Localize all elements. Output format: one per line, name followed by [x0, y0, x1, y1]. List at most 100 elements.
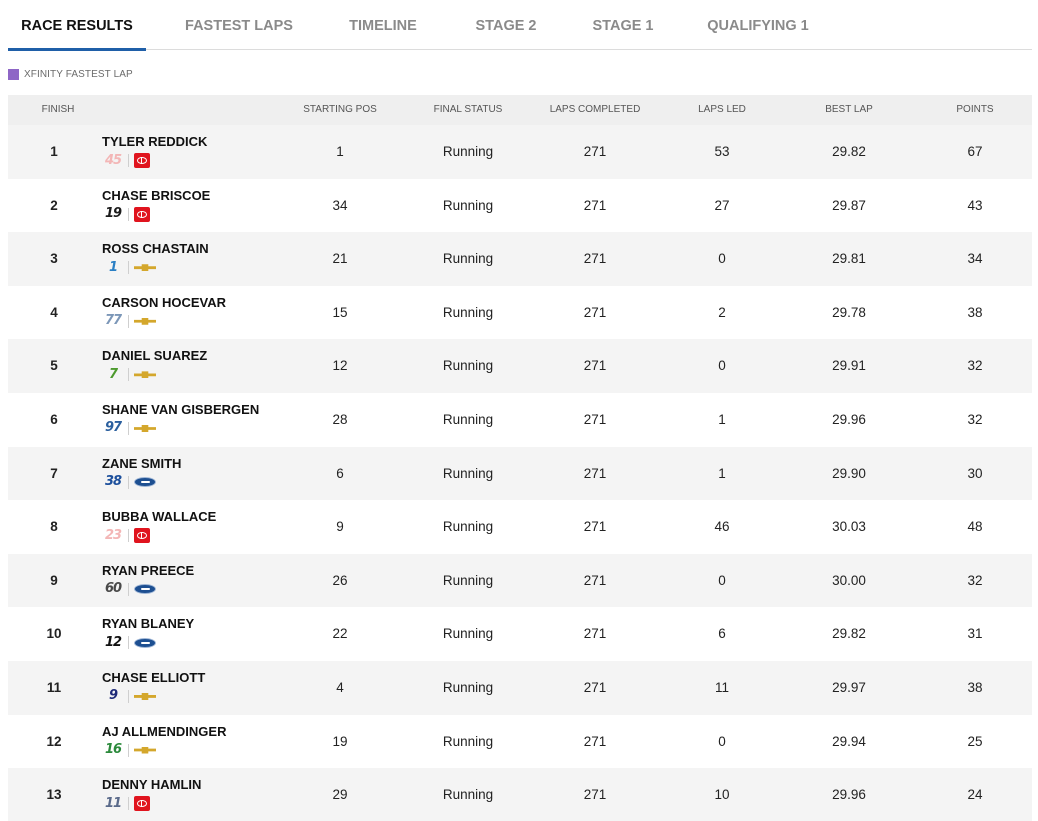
points: 24 [967, 787, 983, 803]
chevrolet-bowtie-icon [134, 746, 156, 754]
driver-name-link[interactable]: AJ ALLMENDINGER [102, 724, 226, 739]
column-header-laps-led[interactable]: LAPS LED [672, 95, 772, 125]
table-row[interactable]: 2 34 Running 271 27 29.87 43 CHASE BRISCOE 19 [8, 179, 1032, 233]
finish-position: 10 [46, 626, 62, 642]
ford-oval-icon [134, 477, 156, 488]
toyota-logo-icon [134, 153, 150, 168]
table-row[interactable]: 7 6 Running 271 1 29.90 30 ZANE SMITH 38 [8, 446, 1032, 501]
laps-led: 2 [718, 304, 726, 320]
laps-led: 53 [714, 144, 730, 159]
table-row[interactable]: 4 15 Running 271 2 29.78 38 CARSON HOCEVAR 77 [8, 286, 1032, 340]
final-status: Running [442, 787, 494, 803]
tab-race-results[interactable]: RACE RESULTS [8, 0, 146, 51]
driver-cell: CARSON HOCEVAR 77 [102, 295, 226, 329]
driver-cell: DANIEL SUAREZ 7 [102, 349, 207, 382]
final-status: Running [442, 519, 494, 535]
best-lap: 29.87 [832, 197, 866, 213]
driver-cell: SHANE VAN GISBERGEN 97 [102, 402, 259, 436]
car-badges: 12 [102, 635, 194, 650]
car-badges: 97 [102, 421, 259, 436]
points: 43 [967, 197, 983, 213]
finish-position: 8 [50, 519, 58, 535]
driver-name-link[interactable]: BUBBA WALLACE [102, 510, 216, 524]
car-badges: 11 [102, 795, 201, 812]
driver-name-link[interactable]: ZANE SMITH [102, 456, 181, 471]
badge-divider [128, 475, 129, 489]
driver-cell: AJ ALLMENDINGER 16 [102, 724, 226, 758]
driver-name-link[interactable]: DENNY HAMLIN [102, 778, 201, 792]
driver-name-link[interactable]: RYAN BLANEY [102, 617, 194, 631]
table-row[interactable]: 13 29 Running 271 10 29.96 24 DENNY HAMLIN 11 [8, 768, 1032, 821]
points: 31 [967, 626, 983, 642]
tab-fastest-laps[interactable]: FASTEST LAPS [176, 0, 302, 50]
finish-position: 5 [50, 358, 58, 374]
car-number-icon: 97 [104, 420, 122, 436]
points: 32 [967, 411, 983, 427]
column-header-final-status[interactable]: FINAL STATUS [418, 95, 518, 125]
table-row[interactable]: 8 9 Running 271 46 30.03 48 BUBBA WALLACE 23 [8, 500, 1032, 554]
column-header-laps-completed[interactable]: LAPS COMPLETED [545, 95, 645, 125]
best-lap: 29.97 [832, 679, 866, 695]
table-body: 1 1 Running 271 53 29.82 67 TYLER REDDICK 45 2 34 R… [8, 125, 1032, 821]
table-row[interactable]: 5 12 Running 271 0 29.91 32 DANIEL SUAREZ 7 [8, 339, 1032, 393]
tab-stage-1[interactable]: STAGE 1 [584, 0, 662, 50]
driver-cell: BUBBA WALLACE 23 [102, 510, 216, 544]
driver-name-link[interactable]: RYAN PREECE [102, 563, 194, 578]
car-number-icon: 11 [104, 795, 122, 811]
starting-position: 29 [332, 787, 348, 803]
ford-oval-icon [134, 637, 156, 648]
column-header-best-lap[interactable]: BEST LAP [799, 95, 899, 125]
column-header-points[interactable]: POINTS [925, 95, 1025, 125]
table-header: FINISH STARTING POS FINAL STATUS LAPS CO… [8, 95, 1032, 125]
car-number-icon: 77 [104, 313, 122, 329]
column-header-finish[interactable]: FINISH [8, 95, 108, 125]
tab-timeline[interactable]: TIMELINE [337, 0, 429, 50]
car-number-icon: 19 [104, 206, 122, 222]
laps-led: 46 [714, 519, 730, 535]
legend-label: XFINITY FASTEST LAP [24, 68, 133, 80]
chevrolet-bowtie-icon [134, 371, 156, 379]
toyota-logo-icon [134, 528, 150, 544]
final-status: Running [442, 465, 494, 481]
driver-name-link[interactable]: TYLER REDDICK [102, 135, 207, 149]
starting-position: 1 [336, 144, 344, 159]
starting-position: 9 [336, 519, 344, 535]
laps-completed: 271 [583, 465, 607, 481]
driver-name-link[interactable]: CARSON HOCEVAR [102, 295, 226, 310]
table-row[interactable]: 3 21 Running 271 0 29.81 34 ROSS CHASTAIN 1 [8, 232, 1032, 286]
driver-name-link[interactable]: CHASE BRISCOE [102, 188, 210, 203]
chevrolet-bowtie-icon [134, 264, 156, 272]
driver-name-link[interactable]: CHASE ELLIOTT [102, 670, 205, 685]
laps-led: 0 [718, 572, 726, 588]
badge-divider [128, 421, 129, 435]
driver-name-link[interactable]: SHANE VAN GISBERGEN [102, 402, 259, 417]
driver-name-link[interactable]: ROSS CHASTAIN [102, 242, 209, 256]
starting-position: 26 [332, 572, 348, 588]
table-row[interactable]: 11 4 Running 271 11 29.97 38 CHASE ELLIOTT 9 [8, 660, 1032, 715]
table-row[interactable]: 9 26 Running 271 0 30.00 32 RYAN PREECE 60 [8, 553, 1032, 608]
table-row[interactable]: 6 28 Running 271 1 29.96 32 SHANE VAN GISBERGEN… [8, 393, 1032, 447]
starting-position: 6 [336, 465, 344, 481]
tab-stage-2[interactable]: STAGE 2 [466, 0, 546, 50]
final-status: Running [442, 572, 494, 588]
badge-divider [128, 261, 129, 275]
best-lap: 29.81 [832, 251, 866, 267]
laps-completed: 271 [583, 572, 607, 588]
column-header-starting-pos[interactable]: STARTING POS [290, 95, 390, 125]
laps-completed: 271 [583, 679, 607, 695]
table-row[interactable]: 1 1 Running 271 53 29.82 67 TYLER REDDICK 45 [8, 125, 1032, 179]
table-row[interactable]: 12 19 Running 271 0 29.94 25 AJ ALLMENDINGER 16 [8, 715, 1032, 769]
car-number-icon: 1 [108, 259, 118, 275]
laps-completed: 271 [583, 787, 607, 803]
best-lap: 29.82 [832, 626, 866, 642]
table-row[interactable]: 10 22 Running 271 6 29.82 31 RYAN BLANEY 12 [8, 607, 1032, 661]
driver-cell: RYAN PREECE 60 [102, 563, 194, 597]
finish-position: 7 [50, 465, 58, 481]
car-number-icon: 45 [104, 152, 122, 168]
tab-qualifying-1[interactable]: QUALIFYING 1 [700, 0, 816, 50]
driver-name-link[interactable]: DANIEL SUAREZ [102, 349, 207, 363]
driver-cell: DENNY HAMLIN 11 [102, 778, 201, 812]
laps-completed: 271 [583, 358, 607, 374]
final-status: Running [442, 144, 494, 159]
final-status: Running [442, 411, 494, 427]
